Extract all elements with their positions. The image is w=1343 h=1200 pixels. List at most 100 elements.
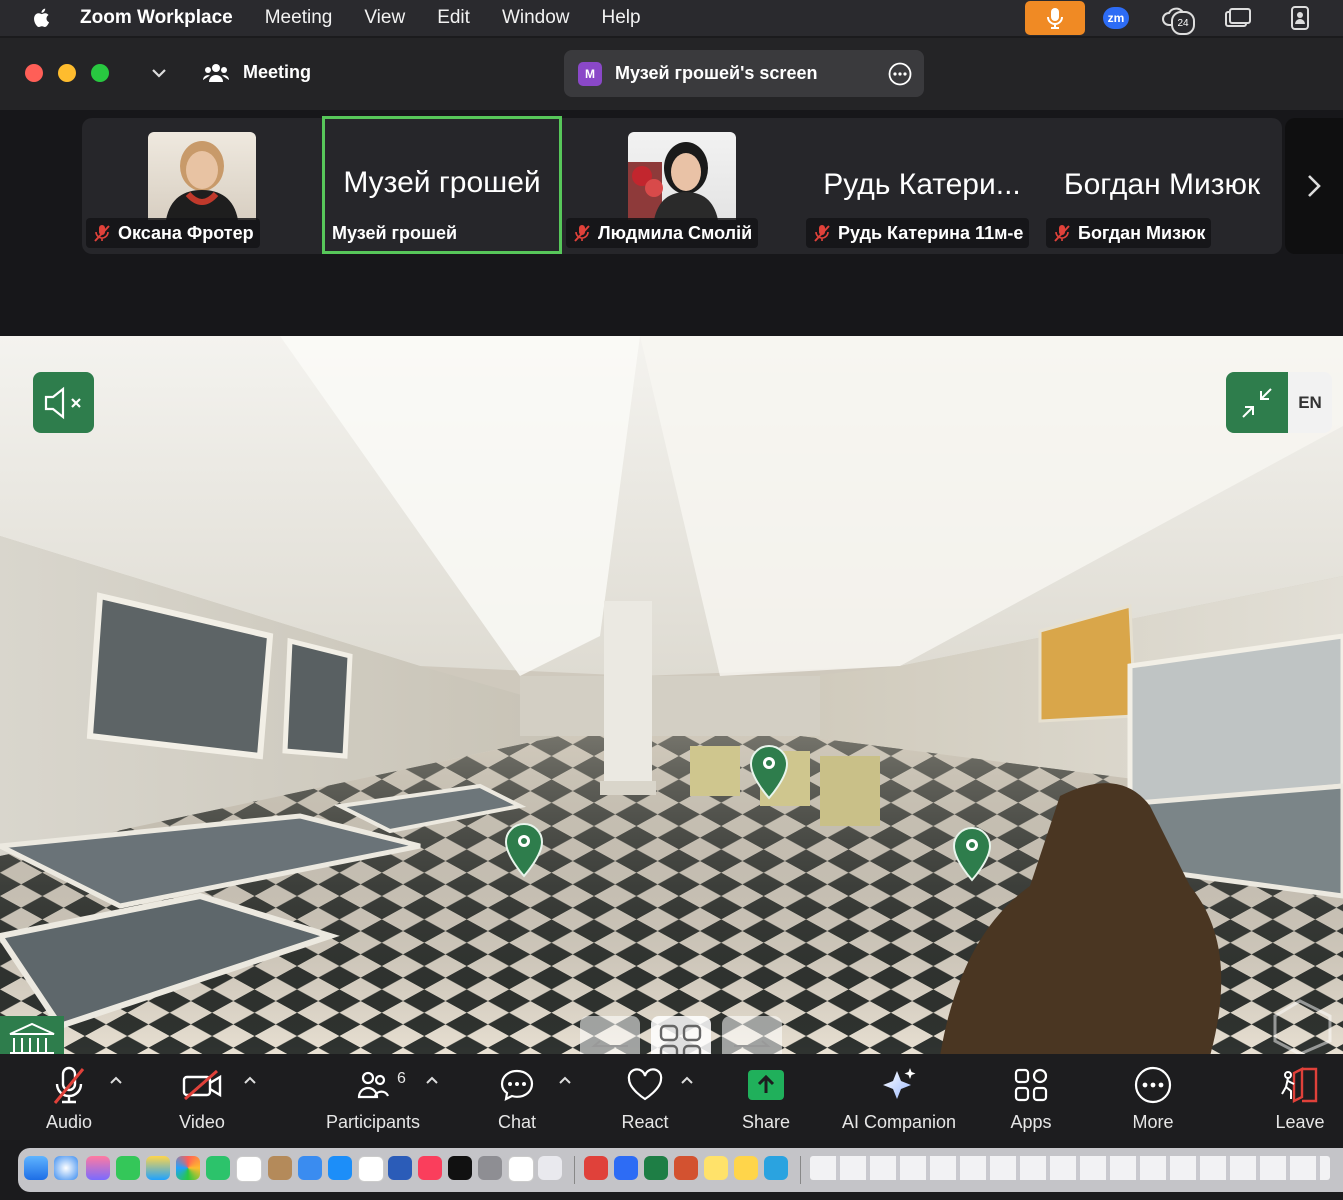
safari-icon[interactable] bbox=[54, 1156, 78, 1180]
participants-button[interactable]: Participants bbox=[320, 1054, 426, 1140]
contacts-icon[interactable] bbox=[268, 1156, 292, 1180]
participant-tile[interactable]: Рудь Катери... Рудь Катерина 11м-е bbox=[802, 118, 1042, 254]
next-participants-button[interactable] bbox=[1285, 118, 1343, 254]
share-label: Share bbox=[741, 1112, 791, 1132]
freeform-icon[interactable] bbox=[508, 1156, 534, 1182]
meeting-title[interactable]: Meeting bbox=[243, 62, 311, 83]
chat-button[interactable]: Chat bbox=[492, 1054, 542, 1140]
tips-icon[interactable] bbox=[734, 1156, 758, 1180]
menu-edit[interactable]: Edit bbox=[437, 7, 470, 29]
leave-label: Leave bbox=[1275, 1112, 1325, 1132]
chat-options-caret-icon[interactable] bbox=[557, 1072, 573, 1088]
music-icon[interactable] bbox=[418, 1156, 442, 1180]
chevron-down-icon[interactable] bbox=[150, 64, 168, 82]
mic-in-use-indicator[interactable] bbox=[1025, 1, 1085, 35]
chat-bubble-icon bbox=[500, 1069, 534, 1101]
participant-tile[interactable]: Людмила Смолій bbox=[562, 118, 802, 254]
close-window-button[interactable] bbox=[25, 64, 43, 82]
system-settings-icon[interactable] bbox=[478, 1156, 502, 1180]
chevron-right-icon bbox=[1308, 175, 1321, 197]
hotspot-pin-icon[interactable] bbox=[504, 822, 544, 878]
participant-tile[interactable]: Оксана Фротер bbox=[82, 118, 322, 254]
participant-name-tag: Музей грошей bbox=[326, 218, 463, 248]
participant-name-tag: Людмила Смолій bbox=[566, 218, 759, 248]
more-options-icon[interactable] bbox=[888, 62, 912, 86]
chrome-icon[interactable] bbox=[146, 1156, 170, 1180]
powerpoint-icon[interactable] bbox=[674, 1156, 698, 1180]
apps-label: Apps bbox=[1010, 1112, 1052, 1132]
launchpad-icon[interactable] bbox=[86, 1156, 110, 1180]
calendar-icon[interactable] bbox=[236, 1156, 262, 1182]
more-button[interactable]: More bbox=[1126, 1054, 1180, 1140]
museum-logo[interactable] bbox=[0, 1016, 64, 1054]
previous-scene-button[interactable] bbox=[580, 1016, 640, 1054]
telegram-icon[interactable] bbox=[764, 1156, 788, 1180]
share-button[interactable]: Share bbox=[736, 1054, 796, 1140]
participant-tile-active-speaker[interactable]: Музей грошей Музей грошей bbox=[322, 116, 562, 254]
arrow-right-icon bbox=[734, 1040, 771, 1047]
next-scene-button[interactable] bbox=[722, 1016, 782, 1054]
notes-icon[interactable] bbox=[704, 1156, 728, 1180]
audio-button[interactable]: Audio bbox=[38, 1054, 100, 1140]
app-name[interactable]: Zoom Workplace bbox=[80, 7, 233, 29]
video-options-caret-icon[interactable] bbox=[242, 1072, 258, 1088]
hotspot-pin-icon[interactable] bbox=[952, 826, 992, 882]
video-off-icon bbox=[182, 1069, 222, 1101]
fullscreen-window-button[interactable] bbox=[91, 64, 109, 82]
app-store-icon[interactable] bbox=[328, 1156, 352, 1180]
hotspot-pin-icon[interactable] bbox=[749, 744, 789, 800]
reminders-icon[interactable] bbox=[358, 1156, 384, 1182]
dock-separator bbox=[800, 1156, 801, 1184]
scenes-grid-button[interactable] bbox=[651, 1016, 711, 1054]
react-options-caret-icon[interactable] bbox=[679, 1072, 695, 1088]
language-switch-button[interactable]: EN bbox=[1288, 372, 1332, 433]
participants-options-caret-icon[interactable] bbox=[424, 1072, 440, 1088]
facetime-icon[interactable] bbox=[206, 1156, 230, 1180]
apps-button[interactable]: Apps bbox=[1006, 1054, 1056, 1140]
messages-icon[interactable] bbox=[116, 1156, 140, 1180]
mic-muted-icon bbox=[53, 1066, 85, 1104]
ai-companion-button[interactable]: AI Companion bbox=[836, 1054, 962, 1140]
apple-logo-icon[interactable] bbox=[30, 6, 54, 30]
video-button[interactable]: Video bbox=[174, 1054, 230, 1140]
microphone-icon bbox=[1047, 8, 1063, 29]
word-icon[interactable] bbox=[388, 1156, 412, 1180]
excel-icon[interactable] bbox=[644, 1156, 668, 1180]
collapse-arrows-icon bbox=[1242, 387, 1272, 418]
screen-share-label: Музей грошей's screen bbox=[615, 63, 818, 83]
photos-icon[interactable] bbox=[176, 1156, 200, 1180]
calendar-cloud-icon[interactable]: 24 bbox=[1159, 5, 1195, 35]
sound-toggle-button[interactable] bbox=[33, 372, 94, 433]
react-button[interactable]: React bbox=[616, 1054, 674, 1140]
menu-help[interactable]: Help bbox=[602, 7, 641, 29]
react-label: React bbox=[621, 1112, 669, 1132]
mic-muted-icon bbox=[814, 225, 830, 242]
leave-button[interactable]: Leave bbox=[1272, 1054, 1328, 1140]
macos-dock bbox=[18, 1148, 1343, 1192]
participant-name: Оксана Фротер bbox=[118, 222, 254, 243]
menu-view[interactable]: View bbox=[364, 7, 405, 29]
minimized-windows-group[interactable] bbox=[810, 1156, 1330, 1180]
pages-icon[interactable] bbox=[538, 1156, 562, 1180]
participant-strip: Оксана Фротер Музей грошей Музей грошей … bbox=[0, 110, 1343, 336]
screen-mirroring-icon[interactable] bbox=[1221, 5, 1255, 31]
mail-icon[interactable] bbox=[298, 1156, 322, 1180]
apple-tv-icon[interactable] bbox=[448, 1156, 472, 1180]
menu-window[interactable]: Window bbox=[502, 7, 570, 29]
participant-tile[interactable]: Богдан Мизюк Богдан Мизюк bbox=[1042, 118, 1282, 254]
finder-icon[interactable] bbox=[24, 1156, 48, 1180]
minimize-window-button[interactable] bbox=[58, 64, 76, 82]
zoom-menubar-icon[interactable]: zm bbox=[1103, 7, 1129, 29]
shared-screen-view[interactable]: EN bbox=[0, 336, 1343, 1054]
participant-name-tag: Оксана Фротер bbox=[86, 218, 260, 248]
user-account-icon[interactable] bbox=[1283, 5, 1317, 31]
audio-options-caret-icon[interactable] bbox=[108, 1072, 124, 1088]
calendar-badge: 24 bbox=[1171, 11, 1195, 35]
zoom-app-icon[interactable] bbox=[614, 1156, 638, 1180]
dock-separator bbox=[574, 1156, 575, 1184]
pdf-app-icon[interactable] bbox=[584, 1156, 608, 1180]
exit-fullscreen-button[interactable] bbox=[1226, 372, 1288, 433]
menu-meeting[interactable]: Meeting bbox=[265, 7, 333, 29]
screen-share-indicator[interactable]: M Музей грошей's screen bbox=[564, 50, 924, 97]
ai-companion-label: AI Companion bbox=[841, 1112, 957, 1132]
